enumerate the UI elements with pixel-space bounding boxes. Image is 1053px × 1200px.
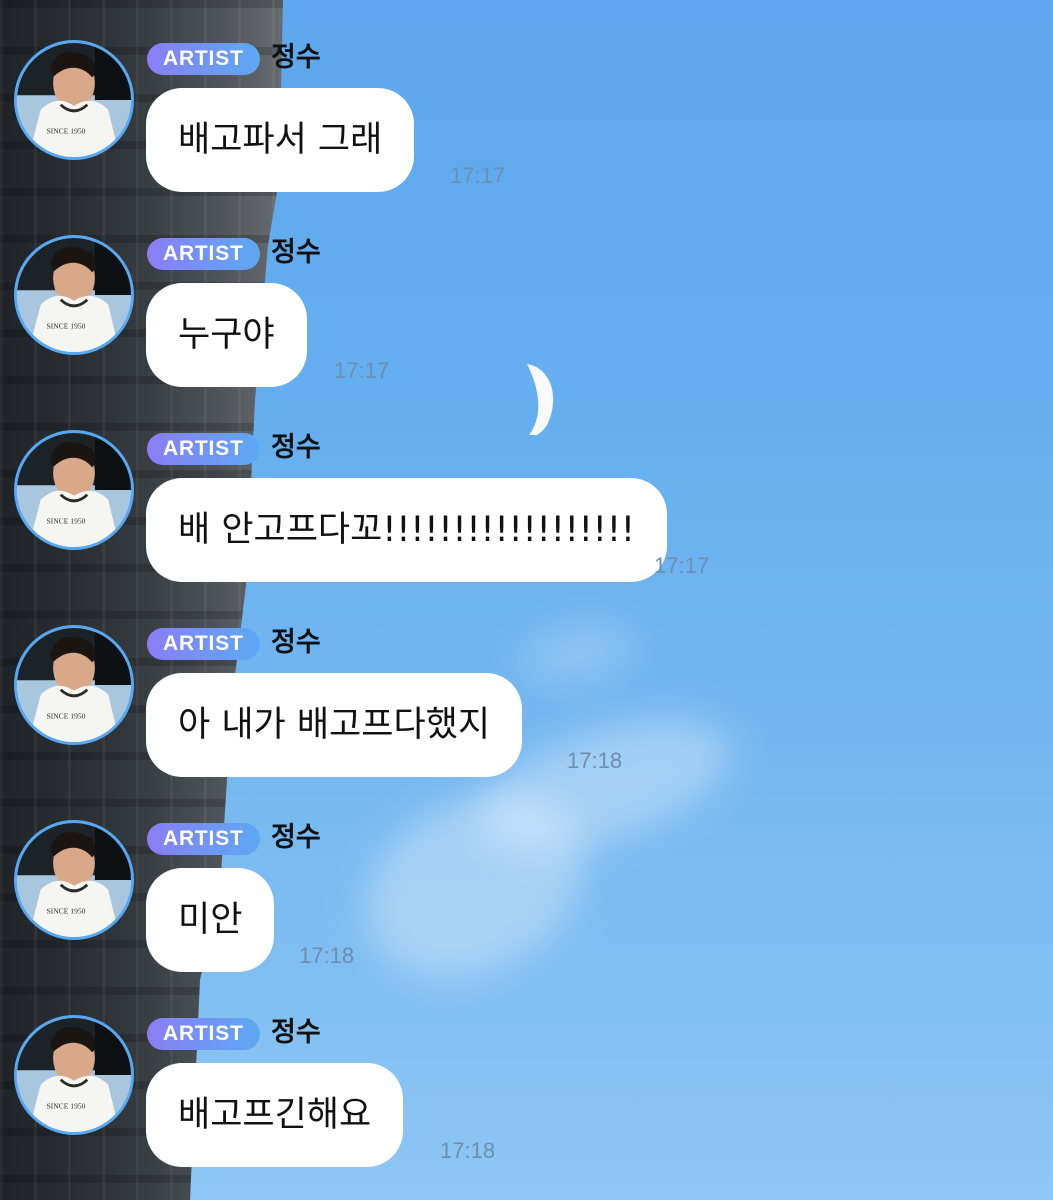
chat-message: SINCE 1950 ARTIST 정수 아 내가 배고프다했지 17:18 [0,625,1053,777]
sender-name: 정수 [271,1017,321,1048]
sender-name: 정수 [271,432,321,463]
sender-avatar[interactable]: SINCE 1950 [14,235,134,355]
sender-name: 정수 [271,627,321,658]
svg-text:SINCE 1950: SINCE 1950 [46,516,85,525]
chat-message: SINCE 1950 ARTIST 정수 배고파서 그래 17:17 [0,40,1053,192]
chat-message: SINCE 1950 ARTIST 정수 배 안고프다꼬!!!!!!!!!!!!… [0,430,1053,582]
message-time: 17:18 [567,748,623,773]
profile-photo-icon: SINCE 1950 [17,628,131,742]
sender-avatar[interactable]: SINCE 1950 [14,625,134,745]
message-bubble[interactable]: 배고프긴해요 [146,1063,404,1167]
message-bubble[interactable]: 배 안고프다꼬!!!!!!!!!!!!!!!!!! [146,478,667,582]
artist-badge: ARTIST [147,238,260,270]
message-bubble[interactable]: 배고파서 그래 [146,88,415,192]
svg-text:SINCE 1950: SINCE 1950 [46,1101,85,1110]
chat-message: SINCE 1950 ARTIST 정수 배고프긴해요 17:18 [0,1015,1053,1167]
profile-photo-icon: SINCE 1950 [17,238,131,352]
sender-name: 정수 [271,822,321,853]
artist-badge: ARTIST [147,43,260,75]
message-bubble[interactable]: 아 내가 배고프다했지 [146,673,523,777]
artist-badge: ARTIST [147,1018,260,1050]
artist-badge: ARTIST [147,628,260,660]
chat-message: SINCE 1950 ARTIST 정수 미안 17:18 [0,820,1053,972]
message-bubble[interactable]: 미안 [146,868,275,972]
message-time: 17:17 [654,553,710,578]
svg-text:SINCE 1950: SINCE 1950 [46,321,85,330]
sender-avatar[interactable]: SINCE 1950 [14,820,134,940]
chat-message: SINCE 1950 ARTIST 정수 누구야 17:17 [0,235,1053,387]
message-bubble[interactable]: 누구야 [146,283,307,387]
message-time: 17:17 [334,358,390,383]
profile-photo-icon: SINCE 1950 [17,1018,131,1132]
sender-avatar[interactable]: SINCE 1950 [14,1015,134,1135]
svg-text:SINCE 1950: SINCE 1950 [46,126,85,135]
sender-name: 정수 [271,42,321,73]
svg-text:SINCE 1950: SINCE 1950 [46,906,85,915]
profile-photo-icon: SINCE 1950 [17,43,131,157]
svg-text:SINCE 1950: SINCE 1950 [46,711,85,720]
profile-photo-icon: SINCE 1950 [17,823,131,937]
message-time: 17:17 [450,163,506,188]
message-time: 17:18 [440,1138,496,1163]
artist-badge: ARTIST [147,823,260,855]
sender-avatar[interactable]: SINCE 1950 [14,40,134,160]
artist-badge: ARTIST [147,433,260,465]
sender-avatar[interactable]: SINCE 1950 [14,430,134,550]
sender-name: 정수 [271,237,321,268]
profile-photo-icon: SINCE 1950 [17,433,131,547]
message-time: 17:18 [299,943,355,968]
